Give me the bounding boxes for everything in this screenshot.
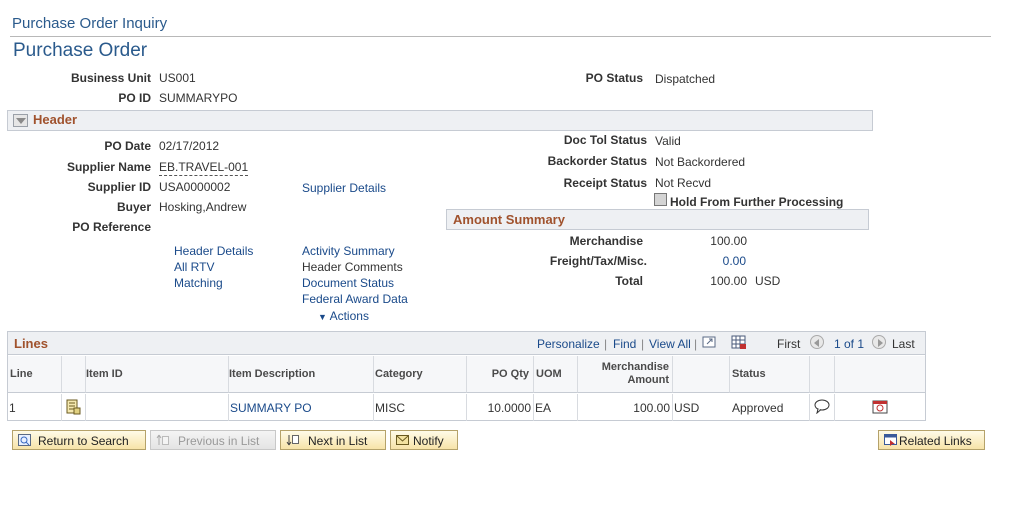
supplier-id-label: Supplier ID bbox=[87, 180, 151, 194]
total-currency: USD bbox=[755, 274, 781, 288]
line-number: 1 bbox=[9, 401, 16, 415]
supplier-details-link[interactable]: Supplier Details bbox=[302, 181, 386, 195]
notify-icon bbox=[396, 434, 409, 446]
col-line[interactable]: Line bbox=[8, 356, 62, 393]
previous-in-list-button[interactable]: Previous in List bbox=[150, 430, 276, 450]
col-schedule bbox=[835, 356, 925, 393]
related-links-button[interactable]: Related Links bbox=[878, 430, 985, 450]
download-grid-icon[interactable] bbox=[731, 335, 747, 353]
return-icon bbox=[18, 434, 31, 446]
backorder-label: Backorder Status bbox=[547, 154, 647, 168]
notify-button[interactable]: Notify bbox=[390, 430, 458, 450]
col-category[interactable]: Category bbox=[374, 356, 467, 393]
activity-summary-link[interactable]: Activity Summary bbox=[302, 244, 395, 258]
freight-label: Freight/Tax/Misc. bbox=[549, 254, 647, 268]
last-label: Last bbox=[892, 337, 915, 351]
actions-label: Actions bbox=[329, 309, 369, 323]
line-details-icon[interactable] bbox=[65, 399, 81, 418]
divider bbox=[10, 36, 991, 37]
header-details-link[interactable]: Header Details bbox=[174, 244, 253, 258]
freight-value-link[interactable]: 0.00 bbox=[723, 254, 746, 268]
doc-tol-label: Doc Tol Status bbox=[563, 133, 647, 147]
amount-summary-title: Amount Summary bbox=[453, 212, 565, 227]
breadcrumb: Purchase Order Inquiry bbox=[12, 15, 168, 32]
previous-row-icon[interactable] bbox=[810, 335, 824, 349]
po-status-value: Dispatched bbox=[655, 72, 716, 86]
total-value: 100.00 bbox=[710, 274, 747, 288]
uom-value: EA bbox=[535, 401, 552, 415]
col-item-id[interactable]: Item ID bbox=[86, 356, 229, 393]
col-currency bbox=[673, 356, 730, 393]
matching-link[interactable]: Matching bbox=[174, 276, 223, 290]
personalize-link[interactable]: Personalize bbox=[537, 337, 600, 351]
find-link[interactable]: Find bbox=[613, 337, 636, 351]
supplier-id-value: USA0000002 bbox=[159, 180, 231, 194]
po-id-label: PO ID bbox=[118, 91, 151, 105]
col-po-qty[interactable]: PO Qty bbox=[467, 356, 534, 393]
item-description-link[interactable]: SUMMARY PO bbox=[230, 401, 312, 415]
col-merchandise-amount[interactable]: Merchandise Amount bbox=[578, 356, 673, 393]
lines-title: Lines bbox=[14, 336, 48, 351]
header-comments-text: Header Comments bbox=[302, 260, 403, 274]
related-links-icon bbox=[884, 434, 897, 446]
currency-value: USD bbox=[674, 401, 700, 415]
view-all-link[interactable]: View All bbox=[649, 337, 691, 351]
supplier-name-label: Supplier Name bbox=[66, 160, 151, 174]
buyer-value: Hosking,Andrew bbox=[159, 200, 247, 214]
col-status[interactable]: Status bbox=[730, 356, 810, 393]
po-date-value: 02/17/2012 bbox=[159, 139, 220, 153]
col-details bbox=[62, 356, 86, 393]
po-qty-value: 10.0000 bbox=[487, 401, 531, 415]
hold-label: Hold From Further Processing bbox=[670, 195, 844, 209]
next-icon bbox=[286, 434, 299, 446]
document-status-link[interactable]: Document Status bbox=[302, 276, 394, 290]
all-rtv-link[interactable]: All RTV bbox=[174, 260, 214, 274]
business-unit-label: Business Unit bbox=[70, 71, 151, 85]
po-id-value: SUMMARYPO bbox=[159, 91, 238, 105]
schedule-icon[interactable] bbox=[872, 399, 889, 418]
po-date-label: PO Date bbox=[104, 139, 151, 153]
total-label: Total bbox=[615, 274, 643, 288]
backorder-value: Not Backordered bbox=[655, 155, 746, 169]
next-row-icon[interactable] bbox=[872, 335, 886, 349]
caret-down-icon: ▼ bbox=[318, 312, 327, 322]
next-in-list-button[interactable]: Next in List bbox=[280, 430, 386, 450]
lines-grid: Lines Personalize | Find | View All | Fi… bbox=[7, 331, 926, 421]
zoom-icon[interactable] bbox=[702, 335, 717, 352]
hold-checkbox[interactable] bbox=[654, 193, 667, 206]
supplier-name-value[interactable]: EB.TRAVEL-001 bbox=[159, 160, 249, 176]
federal-award-link[interactable]: Federal Award Data bbox=[302, 292, 408, 306]
actions-menu[interactable]: ▼ Actions bbox=[318, 309, 369, 323]
buyer-label: Buyer bbox=[116, 200, 151, 214]
receipt-value: Not Recvd bbox=[655, 176, 712, 190]
po-status-label: PO Status bbox=[585, 71, 643, 85]
previous-icon bbox=[156, 434, 169, 446]
lines-grid-header: Lines Personalize | Find | View All | Fi… bbox=[8, 332, 925, 355]
merchandise-label: Merchandise bbox=[569, 234, 643, 248]
receipt-label: Receipt Status bbox=[563, 176, 647, 190]
status-value: Approved bbox=[732, 401, 784, 415]
col-item-description[interactable]: Item Description bbox=[229, 356, 374, 393]
comment-icon[interactable] bbox=[814, 399, 831, 417]
category-value: MISC bbox=[375, 401, 405, 415]
collapse-toggle-icon[interactable] bbox=[13, 114, 28, 127]
doc-tol-value: Valid bbox=[655, 134, 681, 148]
merchandise-value: 100.00 bbox=[710, 234, 747, 248]
header-section-title: Header bbox=[33, 112, 78, 127]
page-title: Purchase Order bbox=[13, 40, 148, 61]
col-uom[interactable]: UOM bbox=[534, 356, 578, 393]
row-range: 1 of 1 bbox=[834, 337, 865, 351]
first-label: First bbox=[777, 337, 801, 351]
merchandise-amount-value: 100.00 bbox=[633, 401, 670, 415]
return-to-search-button[interactable]: Return to Search bbox=[12, 430, 146, 450]
header-section-bar: Header bbox=[7, 110, 873, 131]
po-reference-label: PO Reference bbox=[72, 220, 151, 234]
col-comments bbox=[810, 356, 835, 393]
amount-summary-bar: Amount Summary bbox=[446, 209, 869, 230]
business-unit-value: US001 bbox=[159, 71, 196, 85]
